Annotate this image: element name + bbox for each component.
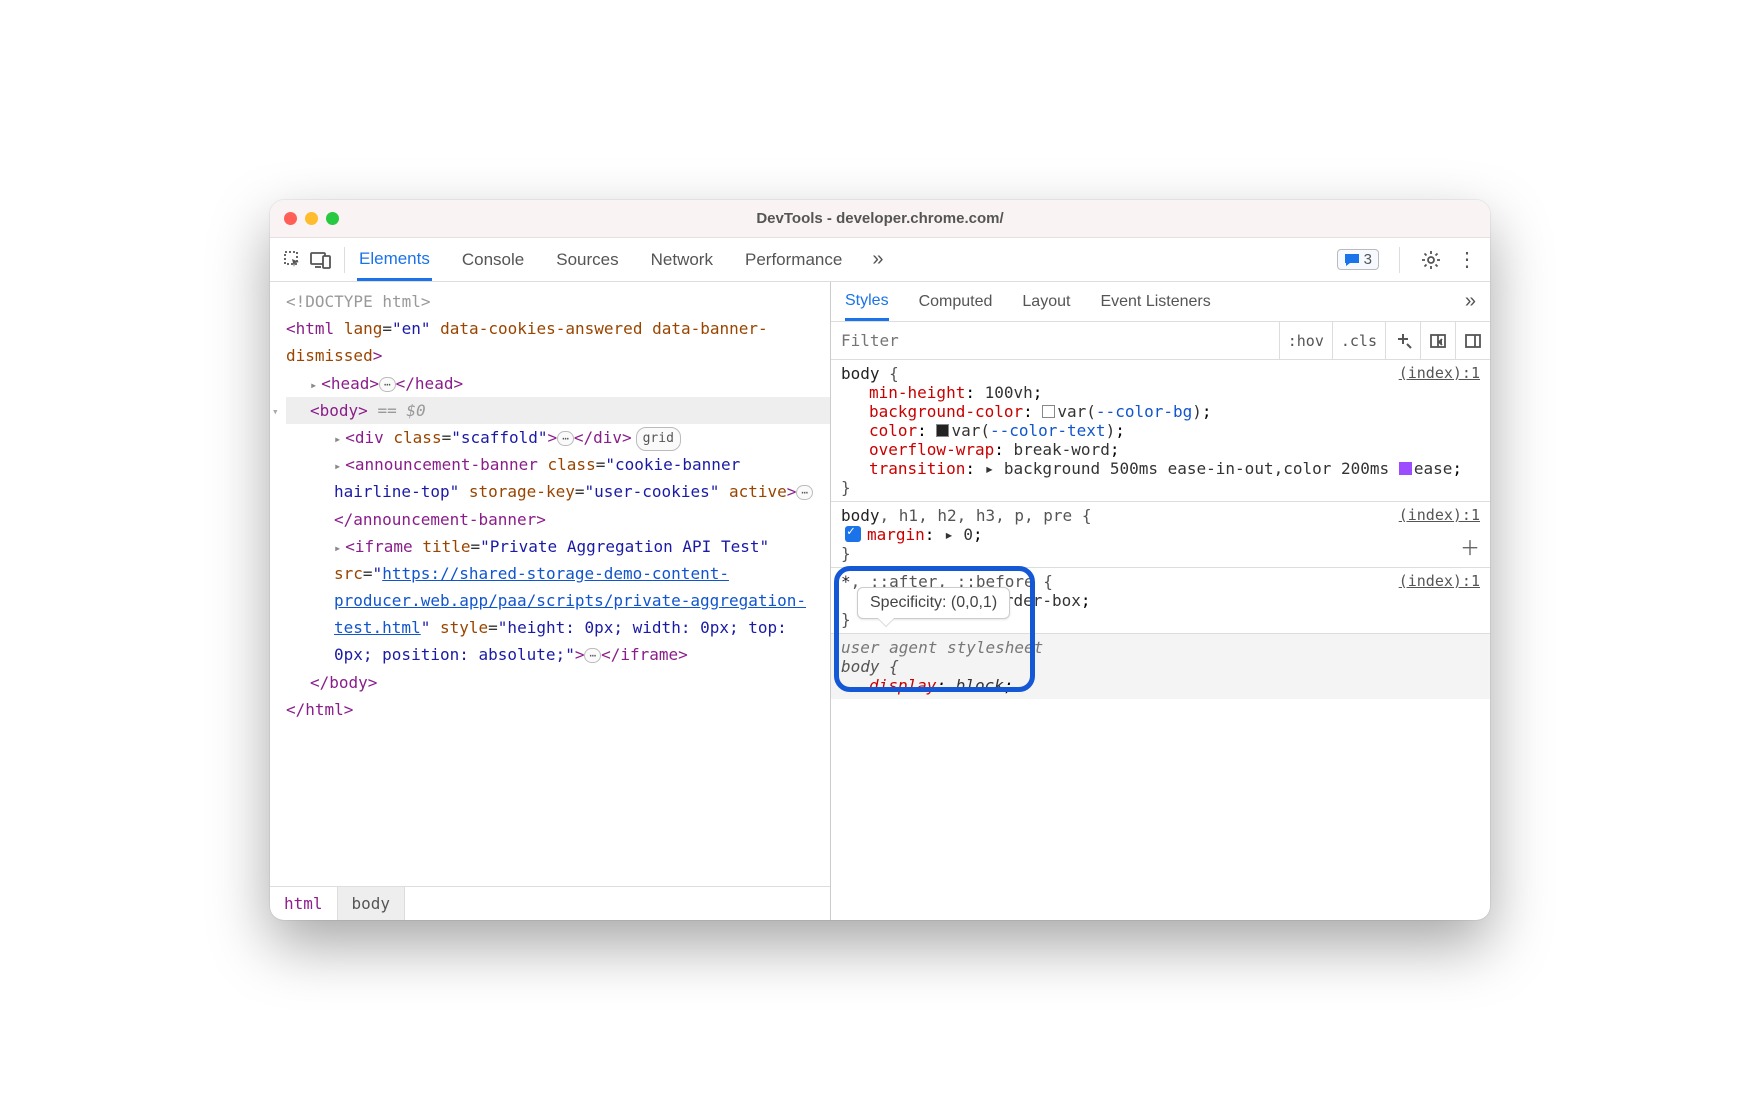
- issues-count: 3: [1364, 251, 1372, 268]
- more-tabs-icon[interactable]: »: [872, 248, 883, 271]
- tab-sources[interactable]: Sources: [554, 240, 620, 279]
- tab-event-listeners[interactable]: Event Listeners: [1100, 284, 1210, 319]
- tab-console[interactable]: Console: [460, 240, 526, 279]
- gear-icon[interactable]: [1420, 249, 1442, 271]
- device-toggle-icon[interactable]: [310, 249, 332, 271]
- new-rule-icon[interactable]: [1385, 322, 1420, 359]
- body-close: </body>: [286, 669, 830, 696]
- inspect-icon[interactable]: [282, 249, 304, 271]
- rule-margin-reset[interactable]: (index):1 body, h1, h2, h3, p, pre { mar…: [831, 502, 1490, 568]
- separator: [344, 247, 345, 273]
- panel-tabs: Elements Console Sources Network Perform…: [357, 239, 883, 281]
- rule-source[interactable]: (index):1: [1399, 364, 1480, 382]
- issues-badge[interactable]: 3: [1337, 249, 1379, 270]
- tab-layout[interactable]: Layout: [1022, 284, 1070, 319]
- declaration-checkbox[interactable]: [845, 526, 861, 542]
- tab-elements[interactable]: Elements: [357, 239, 432, 281]
- html-close: </html>: [286, 696, 830, 723]
- specificity-tooltip: Specificity: (0,0,1): [834, 566, 1035, 692]
- styles-filter-input[interactable]: [831, 331, 1279, 350]
- add-declaration-icon[interactable]: ＋: [1460, 532, 1480, 561]
- crumb-html[interactable]: html: [270, 887, 338, 920]
- rule-selector: body {: [841, 364, 1480, 383]
- separator: [1399, 247, 1400, 273]
- html-element[interactable]: <html lang="en" data-cookies-answered da…: [286, 315, 830, 369]
- tooltip-text: Specificity: (0,0,1): [857, 587, 1010, 619]
- breadcrumbs: html body: [270, 886, 830, 920]
- styles-tabs: Styles Computed Layout Event Listeners »: [831, 282, 1490, 322]
- kebab-icon[interactable]: ⋮: [1456, 249, 1478, 271]
- computed-toggle-icon[interactable]: [1420, 322, 1455, 359]
- announcement-banner[interactable]: <announcement-banner class="cookie-banne…: [286, 451, 830, 533]
- rule-source[interactable]: (index):1: [1399, 506, 1480, 524]
- rule-source[interactable]: (index):1: [1399, 572, 1480, 590]
- iframe-element[interactable]: <iframe title="Private Aggregation API T…: [286, 533, 830, 669]
- div-scaffold[interactable]: <div class="scaffold">⋯</div>grid: [286, 424, 830, 451]
- tab-performance[interactable]: Performance: [743, 240, 844, 279]
- head-element[interactable]: <head>⋯</head>: [286, 370, 830, 397]
- elements-panel: <!DOCTYPE html> <html lang="en" data-coo…: [270, 282, 830, 920]
- main-toolbar: Elements Console Sources Network Perform…: [270, 238, 1490, 282]
- dom-tree[interactable]: <!DOCTYPE html> <html lang="en" data-coo…: [270, 282, 830, 886]
- panel-toggle-icon[interactable]: [1455, 322, 1490, 359]
- window-title: DevTools - developer.chrome.com/: [270, 210, 1490, 227]
- hov-toggle[interactable]: :hov: [1279, 322, 1332, 359]
- crumb-body[interactable]: body: [338, 887, 406, 920]
- rule-body[interactable]: (index):1 body { min-height: 100vh; back…: [831, 360, 1490, 502]
- body-element[interactable]: <body> == $0: [286, 397, 830, 424]
- styles-filterbar: :hov .cls: [831, 322, 1490, 360]
- devtools-window: DevTools - developer.chrome.com/ Element…: [270, 200, 1490, 920]
- cls-toggle[interactable]: .cls: [1332, 322, 1385, 359]
- tab-network[interactable]: Network: [649, 240, 715, 279]
- doctype: <!DOCTYPE html>: [286, 292, 431, 311]
- titlebar: DevTools - developer.chrome.com/: [270, 200, 1490, 238]
- tab-computed[interactable]: Computed: [919, 284, 993, 319]
- more-styles-tabs-icon[interactable]: »: [1465, 290, 1476, 313]
- tab-styles[interactable]: Styles: [845, 283, 889, 321]
